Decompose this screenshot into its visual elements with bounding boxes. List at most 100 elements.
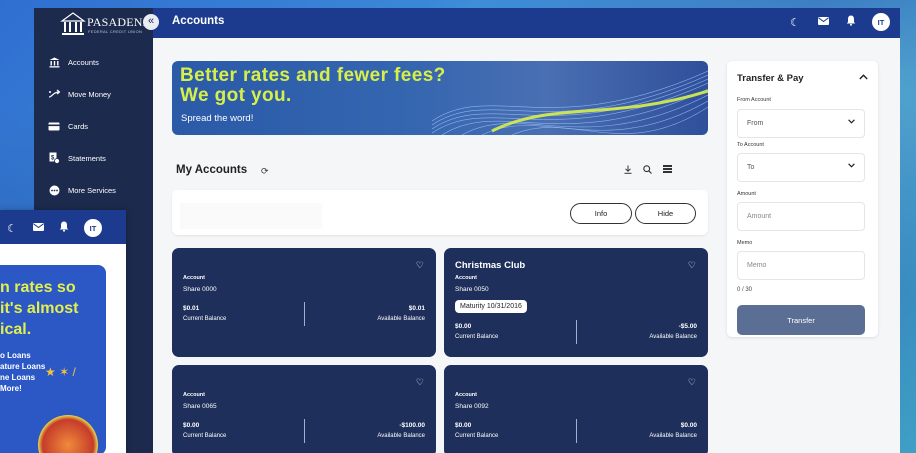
top-bar-actions: ☾ IT: [788, 13, 890, 31]
account-card-share-0092[interactable]: ♡ Account Share 0092 $0.00 Current Balan…: [444, 365, 708, 453]
user-avatar[interactable]: IT: [84, 219, 102, 237]
current-balance-value: $0.00: [183, 422, 200, 429]
bell-icon[interactable]: [844, 15, 858, 29]
double-chevron-left-icon: «: [147, 15, 155, 27]
accounts-filter-bar: Info Hide: [172, 190, 708, 235]
memo-input[interactable]: Memo: [737, 251, 865, 280]
transfer-icon: [48, 88, 60, 100]
info-button[interactable]: Info: [570, 203, 632, 224]
account-label: Account: [183, 392, 205, 398]
bell-icon[interactable]: [58, 221, 70, 235]
sidebar-item-label: Statements: [68, 153, 106, 163]
from-account-value: From: [747, 120, 764, 127]
mobile-preview-window: ☾ IT n rates so it's almost ical. o Loan…: [0, 210, 126, 453]
sidebar-item-more-services[interactable]: More Services: [34, 174, 153, 206]
from-account-label: From Account: [737, 97, 771, 103]
transfer-pay-panel: Transfer & Pay From Account From To Acco…: [727, 61, 878, 337]
account-name: Christmas Club: [455, 260, 526, 271]
dark-mode-moon-icon[interactable]: ☾: [6, 222, 18, 235]
mobile-promo-card[interactable]: n rates so it's almost ical. o Loans atu…: [0, 265, 106, 453]
sidebar-item-cards[interactable]: Cards: [34, 110, 153, 142]
account-label: Account: [455, 275, 477, 281]
promo-banner[interactable]: Better rates and fewer fees? We got you.…: [172, 61, 708, 135]
dark-mode-moon-icon[interactable]: ☾: [788, 16, 802, 29]
share-id: Share 0065: [183, 403, 217, 410]
available-balance-value: $0.01: [408, 305, 425, 312]
transfer-button[interactable]: Transfer: [737, 305, 865, 335]
balance-divider: [304, 419, 305, 443]
current-balance-label: Current Balance: [183, 433, 227, 439]
sidebar-item-label: Cards: [68, 121, 89, 131]
user-avatar[interactable]: IT: [872, 13, 890, 31]
amount-input[interactable]: Amount: [737, 202, 865, 231]
from-account-select[interactable]: From: [737, 109, 865, 138]
building-logo-icon: [60, 12, 86, 35]
refresh-icon[interactable]: ⟳: [261, 166, 269, 177]
mobile-promo-list-item: ature Loans: [0, 362, 46, 371]
banner-headline: Better rates and fewer fees? We got you.: [180, 66, 446, 106]
balance-divider: [576, 320, 577, 344]
account-card-christmas-club[interactable]: ♡ Christmas Club Account Share 0050 Matu…: [444, 248, 708, 357]
mobile-top-bar-actions: ☾ IT: [6, 219, 102, 237]
my-accounts-title: My Accounts: [176, 164, 248, 176]
sidebar-item-statements[interactable]: $ Statements: [34, 142, 153, 174]
chevron-down-icon: [848, 163, 855, 170]
account-card-share-0000[interactable]: ♡ Account Share 0000 $0.01 Current Balan…: [172, 248, 436, 357]
heart-icon[interactable]: ♡: [416, 260, 424, 271]
mobile-promo-list-item: o Loans: [0, 351, 31, 360]
hide-button[interactable]: Hide: [635, 203, 696, 224]
sidebar-item-label: Accounts: [68, 57, 99, 67]
account-label: Account: [455, 392, 477, 398]
to-account-value: To: [747, 164, 755, 171]
to-account-select[interactable]: To: [737, 153, 865, 182]
download-icon[interactable]: [624, 165, 632, 176]
filter-placeholder: [180, 203, 322, 229]
heart-icon[interactable]: ♡: [688, 377, 696, 388]
mobile-promo-line: it's almost: [0, 300, 79, 317]
available-balance-value: -$100.00: [399, 422, 425, 429]
heart-icon[interactable]: ♡: [688, 260, 696, 271]
available-balance-label: Available Balance: [377, 316, 425, 322]
mobile-promo-line: ical.: [0, 321, 32, 338]
share-id: Share 0092: [455, 403, 489, 410]
mobile-promo-list-item: ne Loans: [0, 373, 36, 382]
mail-icon[interactable]: [32, 222, 44, 234]
to-account-label: To Account: [737, 142, 764, 148]
balance-divider: [576, 419, 577, 443]
account-label: Account: [183, 275, 205, 281]
current-balance-value: $0.00: [455, 422, 472, 429]
sidebar-collapse-button[interactable]: «: [143, 14, 159, 30]
top-bar: Accounts ☾ IT: [153, 8, 900, 38]
chevron-up-icon[interactable]: [859, 72, 868, 82]
confetti-star-icon: ★ ✶ /: [45, 365, 76, 379]
available-balance-label: Available Balance: [649, 334, 697, 340]
brand-subtitle: FEDERAL CREDIT UNION: [88, 29, 143, 34]
heart-icon[interactable]: ♡: [416, 377, 424, 388]
sidebar-item-move-money[interactable]: Move Money: [34, 78, 153, 110]
banner-subtitle: Spread the word!: [181, 113, 254, 124]
wave-pattern-decoration: [432, 70, 708, 135]
list-view-icon[interactable]: [663, 165, 672, 176]
current-balance-label: Current Balance: [183, 316, 227, 322]
banner-headline-line1: Better rates and fewer fees?: [180, 65, 446, 86]
share-id: Share 0000: [183, 286, 217, 293]
page-title: Accounts: [172, 15, 225, 27]
mail-icon[interactable]: [816, 16, 830, 28]
promo-illustration: [38, 415, 98, 453]
transfer-pay-title: Transfer & Pay: [737, 73, 804, 84]
mobile-top-bar: ☾ IT: [0, 210, 126, 244]
mobile-promo-list: o Loans ature Loans ne Loans More!: [0, 350, 45, 394]
sidebar-item-label: More Services: [68, 185, 116, 195]
sidebar-item-accounts[interactable]: Accounts: [34, 46, 153, 78]
amount-label: Amount: [737, 191, 756, 197]
accounts-toolbar: [624, 165, 672, 176]
banner-headline-line2: We got you.: [180, 85, 292, 106]
available-balance-label: Available Balance: [649, 433, 697, 439]
account-card-share-0065[interactable]: ♡ Account Share 0065 $0.00 Current Balan…: [172, 365, 436, 453]
app-window: PASADENA FEDERAL CREDIT UNION Accounts M…: [34, 8, 900, 453]
chevron-down-icon: [848, 119, 855, 126]
main-content: Better rates and fewer fees? We got you.…: [153, 38, 900, 453]
current-balance-label: Current Balance: [455, 433, 499, 439]
current-balance-value: $0.01: [183, 305, 200, 312]
search-icon[interactable]: [643, 165, 652, 176]
